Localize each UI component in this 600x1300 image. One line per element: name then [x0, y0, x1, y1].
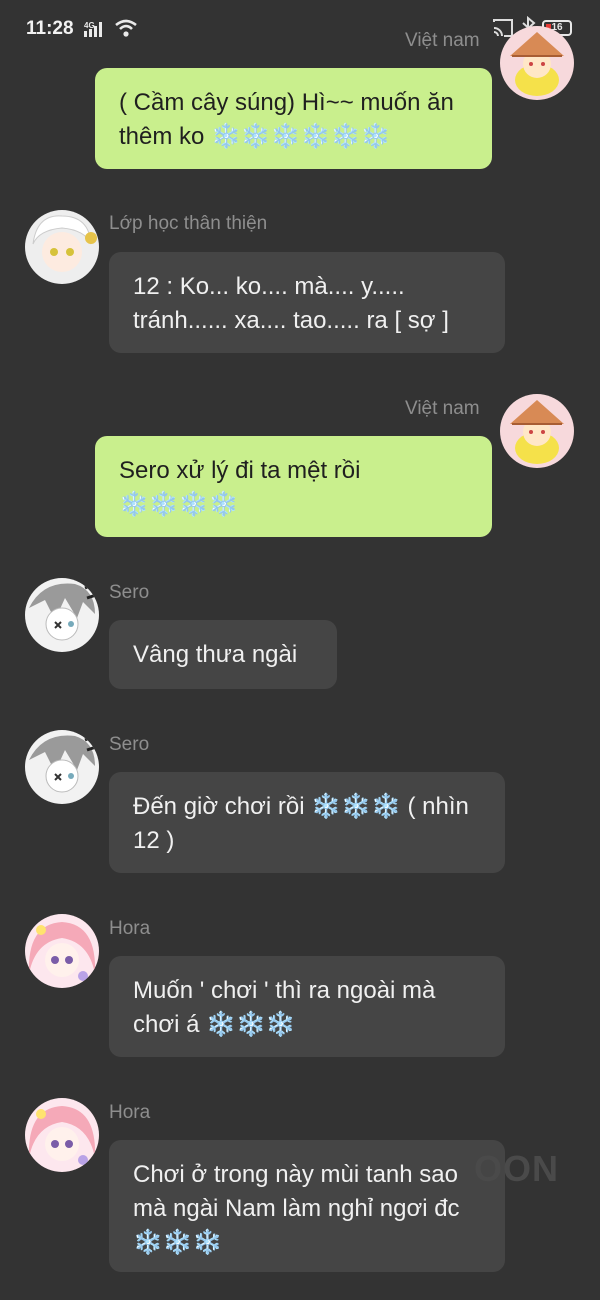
avatar-sero[interactable]: [25, 730, 99, 804]
sender-name: Hora: [109, 1102, 151, 1123]
sender-name: Việt nam: [405, 30, 480, 51]
sender-name: Hora: [109, 918, 151, 939]
message-bubble[interactable]: 12 : Ko... ko.... mà.... y..... tránh...…: [109, 252, 505, 353]
network-type-label: 4G: [84, 21, 95, 30]
status-time: 11:28: [26, 18, 74, 39]
avatar-viet-nam[interactable]: [500, 394, 574, 468]
message-bubble[interactable]: ( Cầm cây súng) Hì~~ muốn ăn thêm ko ❄️❄…: [95, 68, 492, 169]
message-bubble[interactable]: Đến giờ chơi rồi ❄️❄️❄️ ( nhìn 12 ): [109, 772, 505, 873]
sender-name: Sero: [109, 734, 150, 755]
message-bubble[interactable]: Muốn ' chơi ' thì ra ngoài mà chơi á ❄️❄…: [109, 956, 505, 1057]
cast-icon: [493, 19, 513, 37]
avatar-hora[interactable]: [25, 914, 99, 988]
message-bubble[interactable]: Sero xử lý đi ta mệt rồi ❄️❄️❄️❄️: [95, 436, 492, 537]
avatar-lop-hoc[interactable]: [25, 210, 99, 284]
sender-name: Lớp học thân thiện: [109, 213, 268, 234]
avatar-hora[interactable]: [25, 1098, 99, 1172]
watermark-logo: OON: [474, 1148, 560, 1189]
signal-icon: 4G: [84, 21, 102, 37]
avatar-sero[interactable]: [25, 578, 99, 652]
message-bubble[interactable]: Vâng thưa ngài: [109, 620, 337, 689]
sender-name: Việt nam: [405, 398, 480, 419]
avatar-viet-nam[interactable]: [500, 26, 574, 100]
wifi-icon: [115, 19, 137, 37]
message-bubble[interactable]: Chơi ở trong này mùi tanh sao mà ngài Na…: [109, 1140, 505, 1272]
sender-name: Sero: [109, 582, 150, 603]
